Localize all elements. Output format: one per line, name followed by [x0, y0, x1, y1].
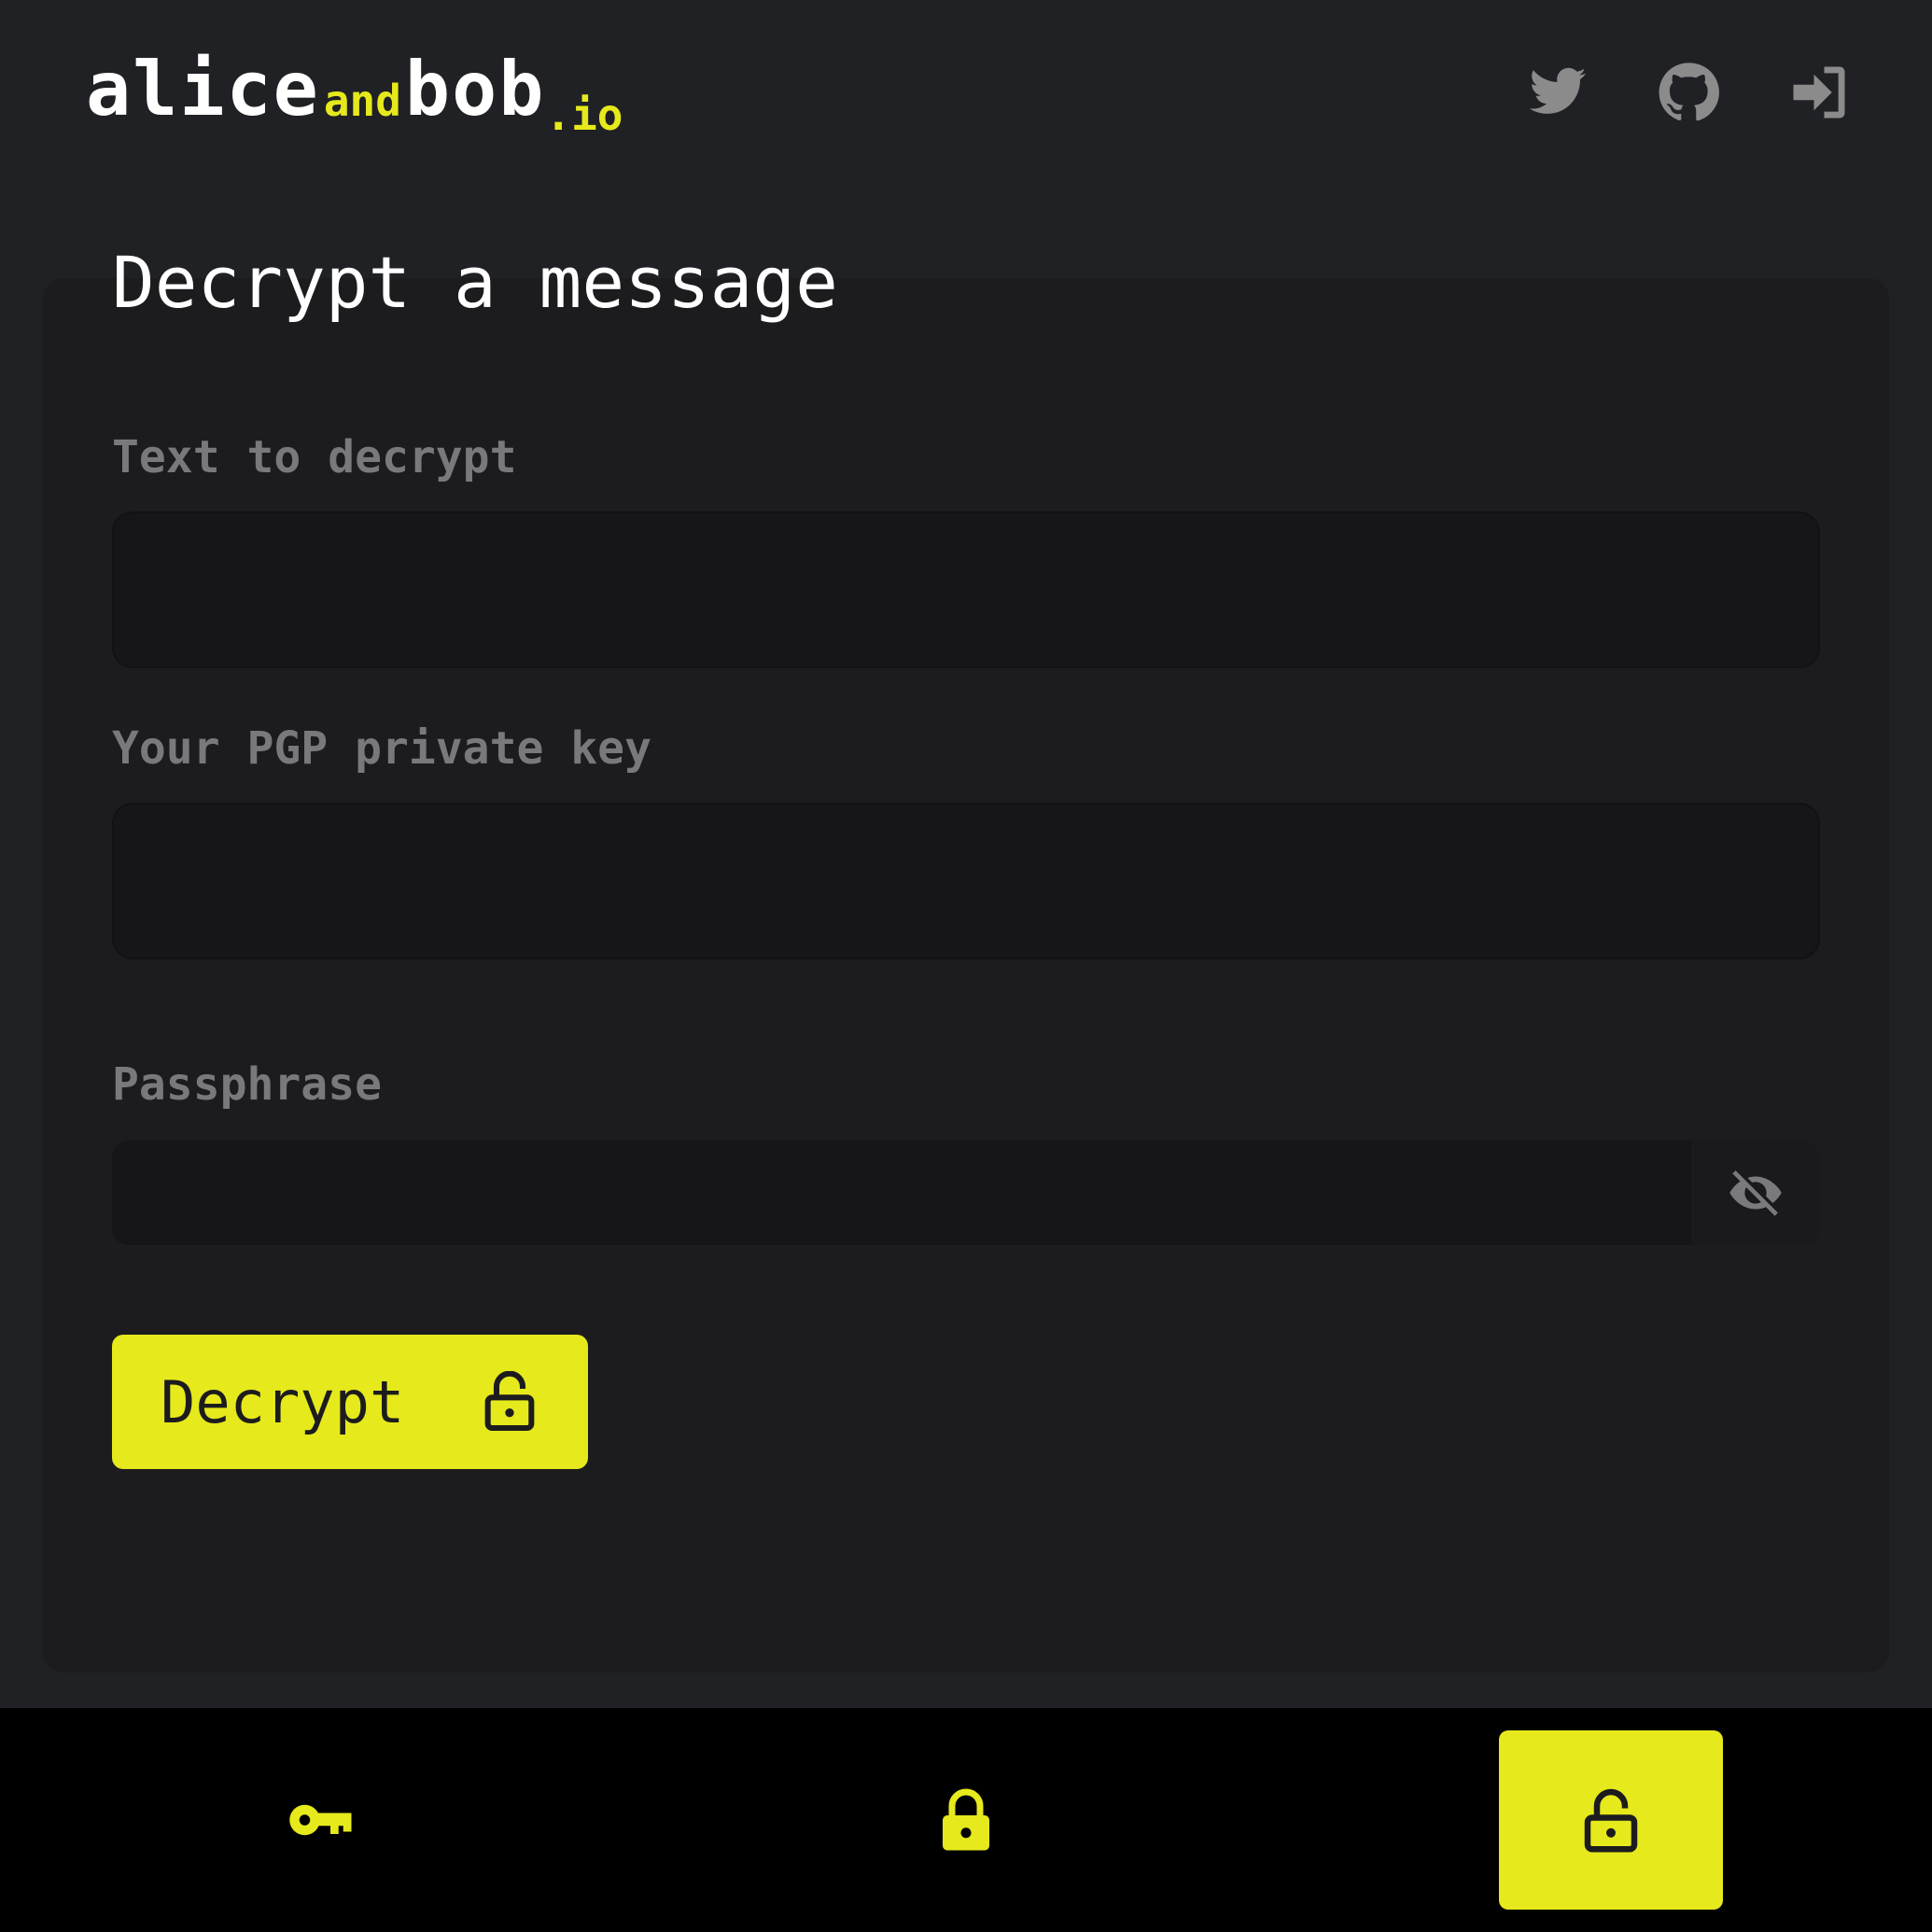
nav-decrypt[interactable] — [1499, 1730, 1723, 1910]
toggle-visibility-button[interactable] — [1689, 1141, 1820, 1245]
eye-slash-icon — [1729, 1168, 1782, 1216]
nav-generate-keys[interactable] — [209, 1730, 433, 1910]
nav-encrypt[interactable] — [854, 1730, 1078, 1910]
passphrase-input[interactable] — [112, 1141, 1689, 1245]
bottom-nav — [0, 1708, 1932, 1932]
decrypt-button[interactable]: Decrypt — [112, 1335, 588, 1469]
logo-part-bob: bob — [404, 46, 546, 133]
text-to-decrypt-label: Text to decrypt — [112, 431, 517, 483]
unlock-icon — [484, 1371, 535, 1432]
logo-part-alice: alice — [86, 46, 320, 133]
lock-icon — [943, 1788, 989, 1851]
private-key-input[interactable] — [112, 803, 1820, 959]
twitter-icon[interactable] — [1527, 62, 1589, 123]
logo-part-io: .io — [545, 90, 623, 140]
decrypt-button-label: Decrypt — [161, 1367, 405, 1436]
header-icons — [1527, 62, 1850, 123]
key-icon — [289, 1804, 352, 1836]
private-key-label: Your PGP private key — [112, 722, 651, 775]
logo-part-and: and — [323, 76, 401, 126]
unlock-icon — [1584, 1788, 1638, 1853]
page-title: Decrypt a message — [112, 241, 838, 324]
site-logo[interactable]: alice and bob .io — [86, 46, 623, 137]
passphrase-label: Passphrase — [112, 1058, 382, 1111]
github-icon[interactable] — [1658, 62, 1719, 123]
text-to-decrypt-input[interactable] — [112, 511, 1820, 668]
sign-in-icon[interactable] — [1788, 62, 1850, 123]
passphrase-field — [112, 1141, 1820, 1245]
header: alice and bob .io — [0, 0, 1932, 187]
